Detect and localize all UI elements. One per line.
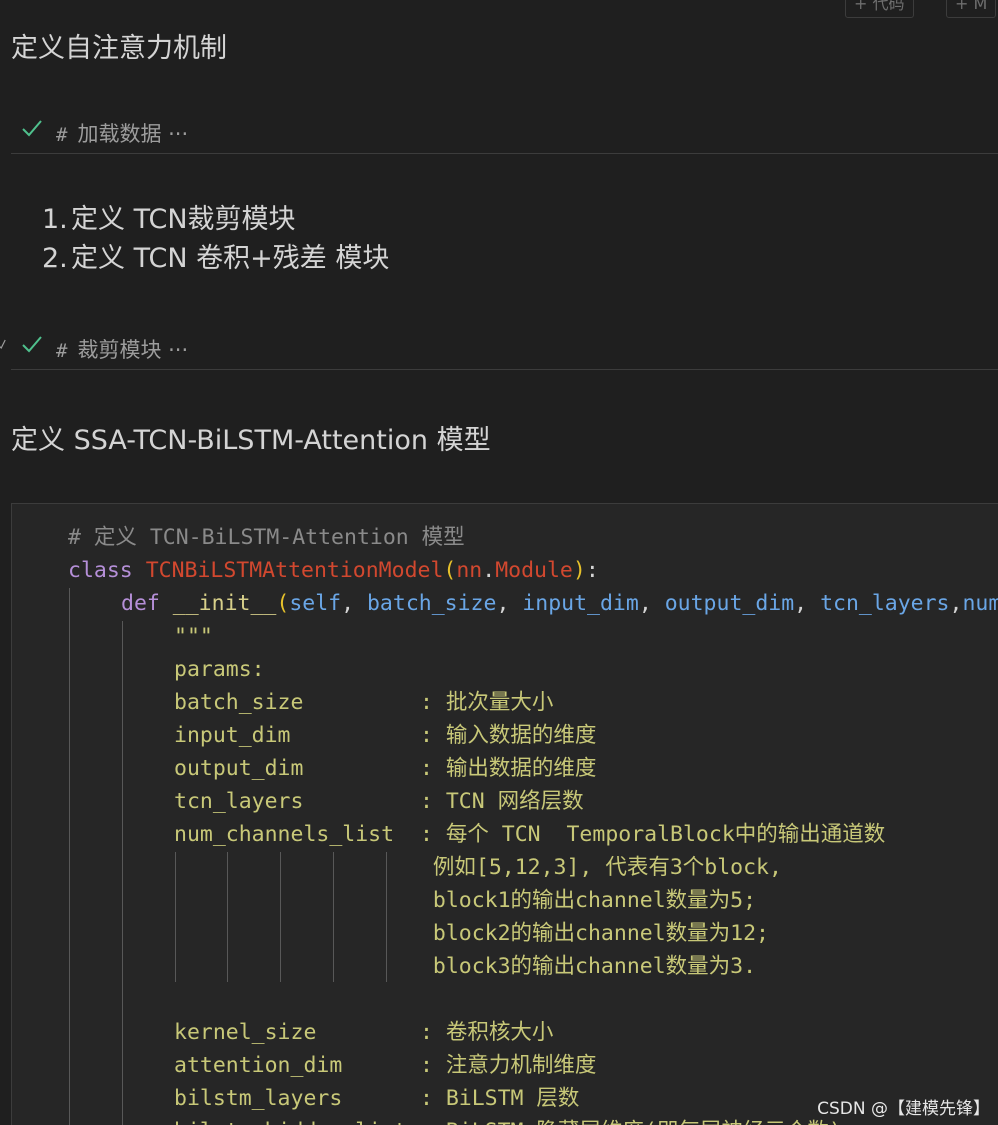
- docstring-line: block3的输出channel数量为3.: [174, 954, 757, 979]
- docstring-line: attention_dim : 注意力机制维度: [174, 1053, 597, 1078]
- list-text: 定义 TCN裁剪模块: [71, 204, 296, 235]
- base-module: nn: [456, 558, 483, 583]
- docstring-line: bilstm_hidden_list : BiLSTM 隐藏层维度(即每层神经元…: [174, 1115, 842, 1125]
- list-number: 2.: [42, 243, 68, 274]
- hash-marker: #: [56, 124, 68, 146]
- markdown-ordered-list: 1. 定义 TCN裁剪模块 2. 定义 TCN 卷积+残差 模块: [42, 200, 389, 278]
- docstring-line: 例如[5,12,3], 代表有3个block,: [174, 855, 782, 880]
- param: batch_size: [366, 591, 497, 616]
- collapsed-cell-title: # 加载数据 ···: [56, 118, 188, 148]
- check-icon: [22, 120, 42, 137]
- docstring-line: bilstm_layers : BiLSTM 层数: [174, 1086, 580, 1111]
- param: tcn_layers: [820, 591, 950, 616]
- hash-marker: #: [56, 340, 68, 362]
- docstring-line: num_channels_list : 每个 TCN TemporalBlock…: [174, 822, 886, 847]
- code-def-line: def __init__(self, batch_size, input_dim…: [121, 587, 998, 620]
- check-icon: [22, 336, 42, 353]
- collapsed-cell-load-data[interactable]: # 加载数据 ···: [11, 113, 998, 154]
- param: output_dim: [664, 591, 795, 616]
- list-item: 2. 定义 TCN 卷积+残差 模块: [42, 239, 389, 278]
- docstring-line: block1的输出channel数量为5;: [174, 888, 757, 913]
- function-name: __init__: [172, 591, 277, 616]
- add-code-button[interactable]: + 代码: [845, 0, 914, 18]
- code-cell-editor[interactable]: # 定义 TCN-BiLSTM-Attention 模型 class TCNBi…: [11, 503, 998, 1125]
- watermark: CSDN @【建模先锋】: [817, 1099, 990, 1119]
- keyword-class: class: [68, 558, 133, 583]
- collapsed-cell-title: # 裁剪模块 ···: [56, 334, 188, 364]
- keyword-def: def: [121, 591, 160, 616]
- list-item: 1. 定义 TCN裁剪模块: [42, 200, 389, 239]
- docstring-line: params:: [174, 657, 265, 682]
- base-class: Module: [495, 558, 573, 583]
- collapsed-title-text: 裁剪模块 ···: [77, 338, 189, 362]
- docstring-line: kernel_size : 卷积核大小: [174, 1020, 554, 1045]
- collapse-chevron-icon[interactable]: [0, 335, 6, 353]
- param: num: [962, 591, 998, 616]
- markdown-heading-attention: 定义自注意力机制: [11, 33, 227, 64]
- add-markdown-button[interactable]: + M: [946, 0, 997, 18]
- collapsed-title-text: 加载数据 ···: [77, 122, 189, 146]
- code-class-line: class TCNBiLSTMAttentionModel(nn.Module)…: [68, 558, 599, 583]
- docstring-line: batch_size : 批次量大小: [174, 690, 554, 715]
- docstring-line: tcn_layers : TCN 网络层数: [174, 789, 584, 814]
- markdown-heading-model: 定义 SSA-TCN-BiLSTM-Attention 模型: [11, 425, 491, 456]
- code-comment-line: # 定义 TCN-BiLSTM-Attention 模型: [68, 525, 465, 550]
- docstring-line: input_dim : 输入数据的维度: [174, 723, 597, 748]
- indent-guide: [69, 588, 70, 1125]
- param: self: [289, 591, 342, 616]
- indent-guide: [122, 621, 123, 1125]
- docstring-line: block2的输出channel数量为12;: [174, 921, 769, 946]
- list-text: 定义 TCN 卷积+残差 模块: [71, 243, 390, 274]
- param: input_dim: [522, 591, 639, 616]
- list-number: 1.: [42, 204, 68, 235]
- docstring-line: """: [174, 624, 213, 649]
- class-name: TCNBiLSTMAttentionModel: [145, 558, 444, 583]
- docstring-line: output_dim : 输出数据的维度: [174, 756, 597, 781]
- collapsed-cell-crop-module[interactable]: # 裁剪模块 ···: [0, 329, 998, 370]
